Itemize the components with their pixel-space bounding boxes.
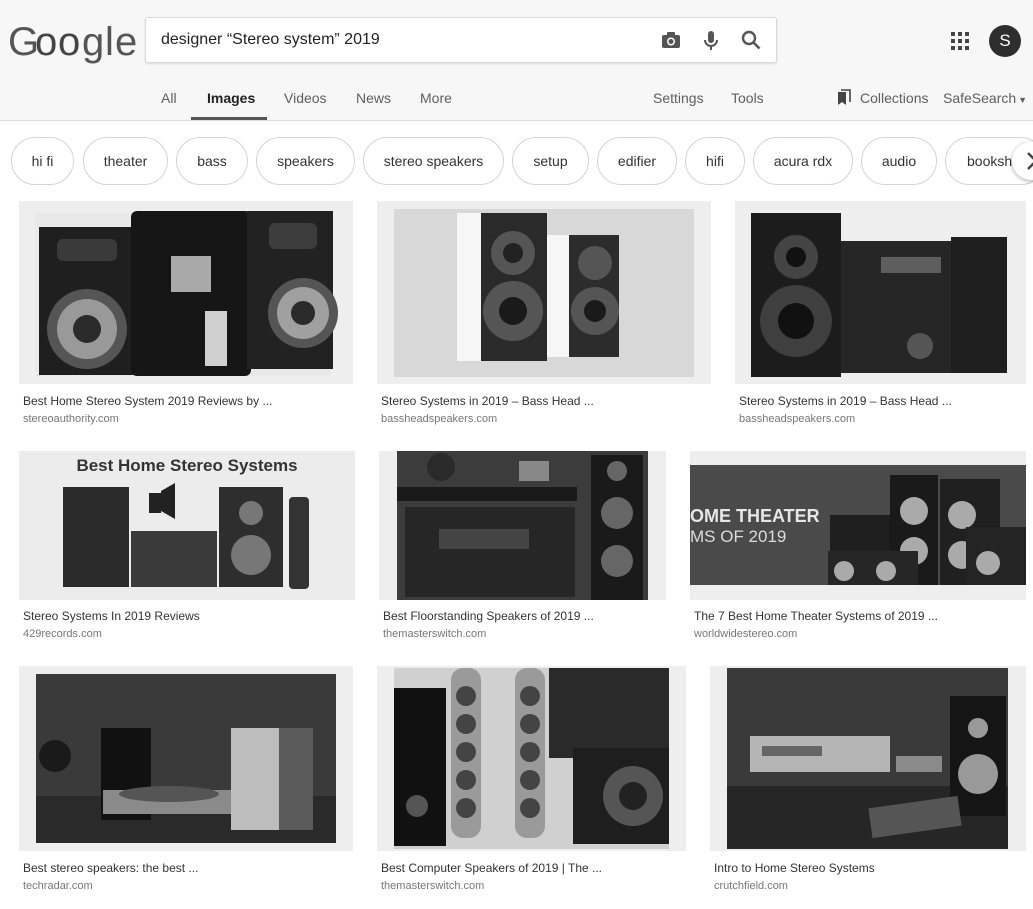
microphone-icon[interactable]	[700, 29, 722, 51]
chip[interactable]: audio	[861, 137, 937, 185]
chip[interactable]: bass	[176, 137, 248, 185]
result-thumbnail[interactable]: OME THEATER MS OF 2019	[690, 451, 1026, 600]
image-result[interactable]: Best Computer Speakers of 2019 | The ...…	[377, 666, 686, 896]
image-result[interactable]: Stereo Systems in 2019 – Bass Head ... b…	[735, 201, 1026, 429]
result-domain[interactable]: themasterswitch.com	[381, 880, 484, 892]
image-result[interactable]: Intro to Home Stereo Systems crutchfield…	[710, 666, 1026, 896]
result-title[interactable]: Best Floorstanding Speakers of 2019 ...	[383, 609, 594, 623]
camera-icon[interactable]	[660, 29, 682, 51]
result-domain[interactable]: 429records.com	[23, 628, 102, 640]
apps-grid-icon[interactable]	[950, 31, 970, 51]
result-title[interactable]: Best Home Stereo System 2019 Reviews by …	[23, 394, 272, 408]
tab-all[interactable]: All	[161, 90, 177, 106]
collections-bookmark-icon[interactable]	[837, 89, 851, 106]
logo-letter: l	[105, 20, 114, 64]
related-search-chips: hi fi theater bass speakers stereo speak…	[0, 137, 1033, 185]
result-thumbnail[interactable]	[377, 666, 686, 851]
chip[interactable]: stereo speakers	[363, 137, 504, 185]
result-title[interactable]: Stereo Systems in 2019 – Bass Head ...	[381, 394, 594, 408]
safesearch-label: SafeSearch	[943, 90, 1017, 106]
active-tab-indicator	[191, 117, 267, 120]
result-domain[interactable]: stereoauthority.com	[23, 413, 119, 425]
result-title[interactable]: Stereo Systems In 2019 Reviews	[23, 609, 200, 623]
image-result[interactable]: Best Home Stereo System 2019 Reviews by …	[19, 201, 353, 429]
result-domain[interactable]: worldwidestereo.com	[694, 628, 797, 640]
image-result[interactable]: Best Floorstanding Speakers of 2019 ... …	[379, 451, 666, 644]
chevron-right-icon	[1027, 152, 1033, 170]
tab-more[interactable]: More	[420, 90, 452, 106]
header-bar: G o o g l e designer “Stereo system” 201…	[0, 0, 1033, 121]
result-thumbnail[interactable]: Best Home Stereo Systems	[19, 451, 355, 600]
logo-letter: g	[82, 20, 104, 64]
result-thumbnail[interactable]	[19, 666, 353, 851]
caret-down-icon: ▼	[1018, 95, 1028, 105]
result-domain[interactable]: crutchfield.com	[714, 880, 788, 892]
result-title[interactable]: Stereo Systems in 2019 – Bass Head ...	[739, 394, 952, 408]
safesearch-menu[interactable]: SafeSearch ▼	[943, 90, 1027, 106]
chip[interactable]: hifi	[685, 137, 745, 185]
chip[interactable]: setup	[512, 137, 589, 185]
image-result[interactable]: Best stereo speakers: the best ... techr…	[19, 666, 353, 896]
image-result[interactable]: Best Home Stereo Systems Stereo Systems …	[19, 451, 355, 644]
tab-news[interactable]: News	[356, 90, 391, 106]
chip[interactable]: theater	[83, 137, 168, 185]
image-result[interactable]: Stereo Systems in 2019 – Bass Head ... b…	[377, 201, 711, 429]
image-result[interactable]: OME THEATER MS OF 2019 The 7 Best Home T…	[690, 451, 1026, 644]
search-icon[interactable]	[740, 29, 762, 51]
result-title[interactable]: Intro to Home Stereo Systems	[714, 861, 875, 875]
logo-letter: G	[8, 20, 39, 64]
result-title[interactable]: The 7 Best Home Theater Systems of 2019 …	[694, 609, 938, 623]
result-thumbnail[interactable]	[735, 201, 1026, 384]
search-box[interactable]: designer “Stereo system” 2019	[145, 17, 777, 63]
google-logo[interactable]: G o o g l e	[8, 20, 137, 64]
tab-images[interactable]: Images	[207, 90, 255, 106]
result-thumbnail[interactable]	[710, 666, 1026, 851]
chip[interactable]: hi fi	[11, 137, 74, 185]
result-thumbnail[interactable]	[379, 451, 666, 600]
logo-letter: o	[58, 20, 80, 64]
result-domain[interactable]: techradar.com	[23, 880, 93, 892]
result-domain[interactable]: bassheadspeakers.com	[381, 413, 497, 425]
image-heading-text: MS OF 2019	[690, 527, 786, 546]
logo-letter: e	[115, 20, 137, 64]
chip[interactable]: edifier	[597, 137, 677, 185]
search-tabs: All Images Videos News More Settings Too…	[0, 78, 1033, 121]
result-thumbnail[interactable]	[377, 201, 711, 384]
result-title[interactable]: Best stereo speakers: the best ...	[23, 861, 198, 875]
result-thumbnail[interactable]	[19, 201, 353, 384]
result-title[interactable]: Best Computer Speakers of 2019 | The ...	[381, 861, 602, 875]
search-input[interactable]: designer “Stereo system” 2019	[161, 31, 380, 49]
image-heading-text: Best Home Stereo Systems	[76, 456, 297, 475]
chips-next-button[interactable]	[1012, 142, 1033, 180]
settings-link[interactable]: Settings	[653, 90, 704, 106]
image-heading-text: OME THEATER	[690, 506, 820, 526]
result-domain[interactable]: themasterswitch.com	[383, 628, 486, 640]
chip[interactable]: speakers	[256, 137, 355, 185]
tools-link[interactable]: Tools	[731, 90, 764, 106]
chip[interactable]: acura rdx	[753, 137, 853, 185]
collections-link[interactable]: Collections	[860, 90, 928, 106]
result-domain[interactable]: bassheadspeakers.com	[739, 413, 855, 425]
tab-videos[interactable]: Videos	[284, 90, 327, 106]
logo-letter: o	[35, 20, 57, 64]
avatar[interactable]: S	[989, 25, 1021, 57]
